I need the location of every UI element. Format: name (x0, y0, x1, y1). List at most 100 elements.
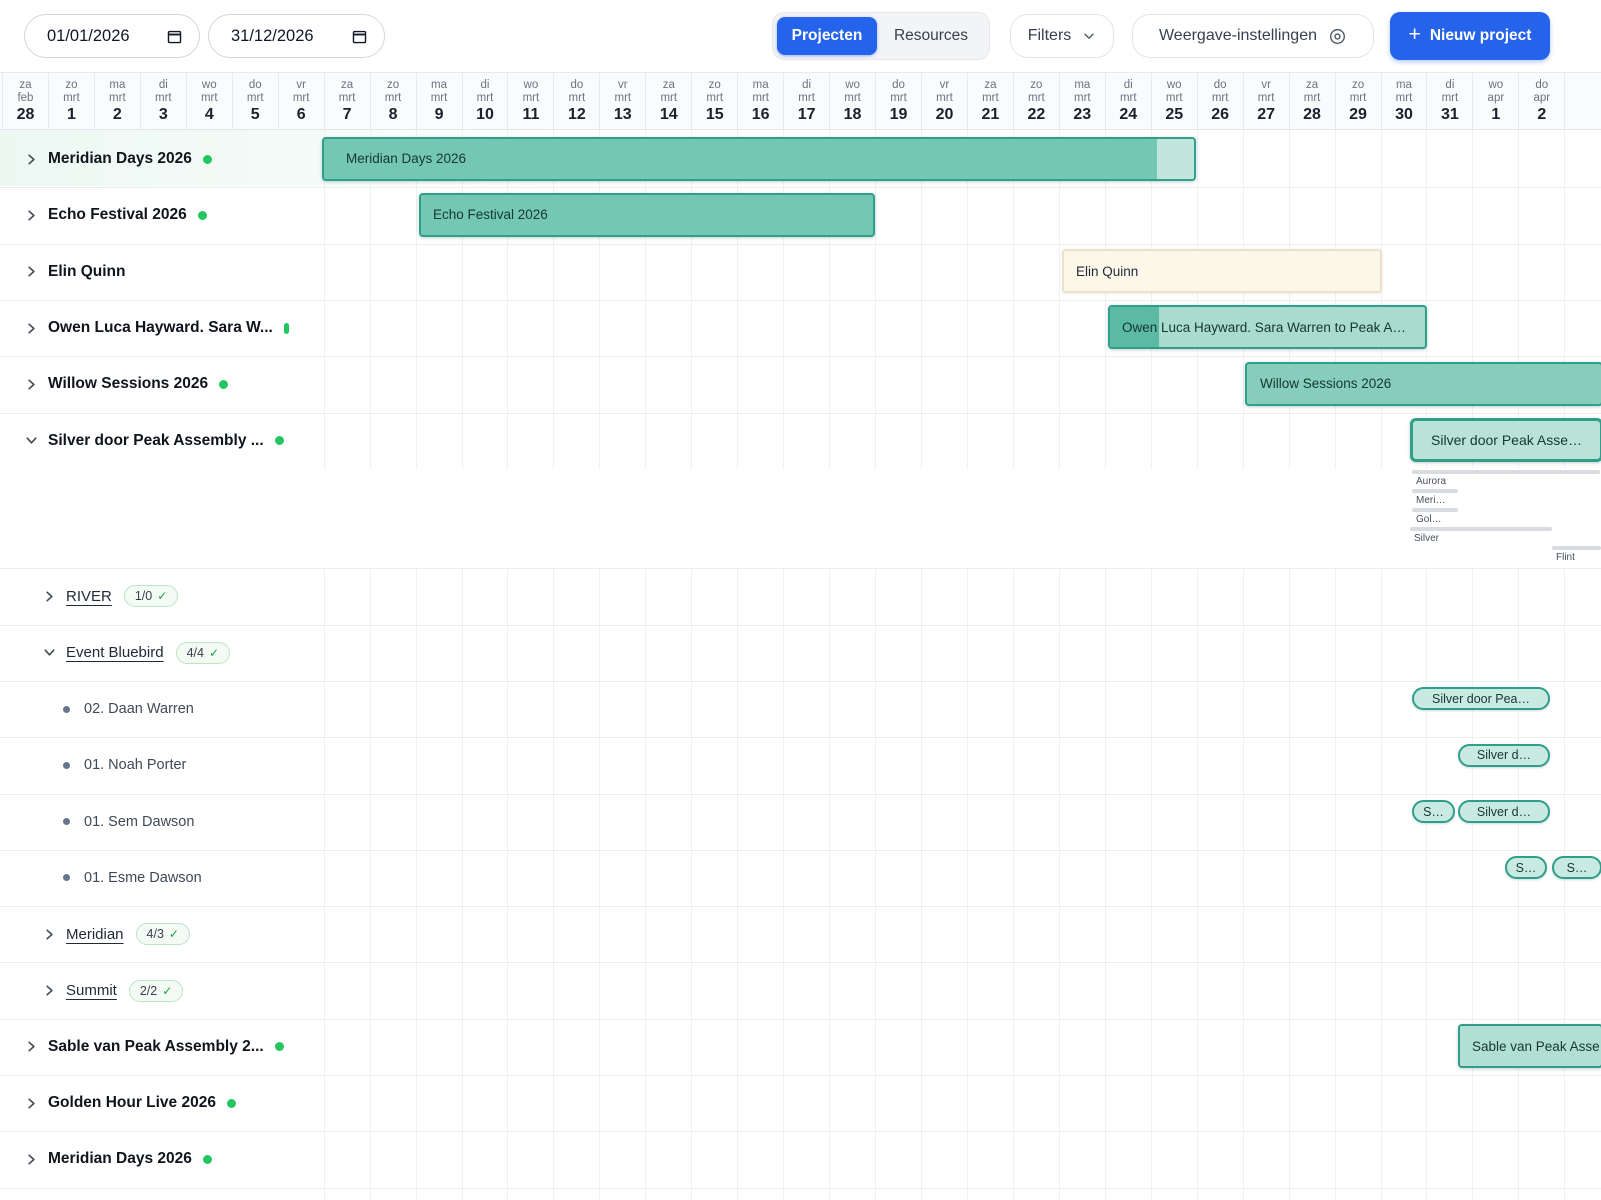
gantt-bar[interactable]: Owen Luca Hayward. Sara Warren to Peak A… (1108, 305, 1427, 349)
chevron-right-icon[interactable] (24, 152, 39, 167)
chevron-right-icon[interactable] (24, 321, 39, 336)
sidebar-row[interactable]: 01. Sem Dawson (0, 794, 322, 850)
sidebar-row[interactable]: Summit2/2✓ (0, 962, 322, 1018)
day-number-label: 31 (1427, 106, 1472, 124)
task-pill[interactable]: S… (1552, 856, 1601, 879)
row-label: Owen Luca Hayward. Sara W... (48, 319, 273, 337)
chevron-down-icon[interactable] (24, 433, 39, 448)
gantt-bar[interactable]: Sable van Peak Asse (1458, 1024, 1601, 1068)
day-cell: zomrt1 (48, 73, 94, 130)
grid-line (416, 130, 417, 1200)
chevron-right-icon[interactable] (42, 983, 57, 998)
sidebar-row[interactable]: Willow Sessions 2026 (0, 356, 322, 412)
sidebar-row[interactable]: Golden Hour Live 2026 (0, 1075, 322, 1131)
day-number-label: 10 (463, 106, 508, 124)
day-number-label: 6 (279, 106, 324, 124)
view-settings-button[interactable]: Weergave-instellingen (1132, 14, 1374, 58)
new-project-button[interactable]: + Nieuw project (1390, 12, 1550, 60)
sidebar-row[interactable]: Event Bluebird4/4✓ (0, 625, 322, 681)
month-label: mrt (1014, 92, 1059, 105)
chevron-right-icon[interactable] (42, 589, 57, 604)
mini-task-label: Meri… (1416, 495, 1445, 506)
row-label: RIVER (66, 588, 112, 605)
sidebar-row[interactable]: 02. Daan Warren (0, 681, 322, 737)
mini-task-line[interactable] (1412, 489, 1458, 493)
chevron-right-icon[interactable] (24, 377, 39, 392)
day-of-week-label: do (1198, 79, 1243, 92)
sidebar-row[interactable]: Meridian Days 2026 (0, 1131, 322, 1187)
row-label: Meridian (66, 926, 124, 943)
month-label: mrt (968, 92, 1013, 105)
task-pill[interactable]: Silver d… (1458, 744, 1550, 767)
day-number-label: 14 (646, 106, 691, 124)
mini-task-line[interactable] (1552, 546, 1601, 550)
sidebar-row[interactable]: 01. Noah Porter (0, 737, 322, 793)
sidebar-row[interactable]: Silver door Peak Assembly ... (0, 413, 322, 469)
mini-task-line[interactable] (1412, 470, 1600, 474)
day-of-week-label: wo (830, 79, 875, 92)
task-pill[interactable]: S… (1505, 856, 1547, 879)
day-number-label: 2 (1519, 106, 1564, 124)
task-bullet (63, 818, 70, 825)
task-pill[interactable]: S… (1412, 800, 1455, 823)
grid-line (462, 130, 463, 1200)
check-icon: ✓ (162, 984, 172, 998)
day-of-week-label: za (968, 79, 1013, 92)
gantt-bar-label: Elin Quinn (1064, 264, 1138, 279)
mini-task-label: Flint (1556, 552, 1575, 563)
date-to-input[interactable]: 31/12/2026 (208, 14, 385, 58)
chevron-right-icon[interactable] (24, 1152, 39, 1167)
calendar-icon[interactable] (166, 28, 183, 45)
sidebar-row[interactable]: Meridian4/3✓ (0, 906, 322, 962)
mini-task-line[interactable] (1412, 508, 1458, 512)
grid-line (921, 130, 922, 1200)
day-cell: woapr1 (1472, 73, 1518, 130)
month-label: mrt (233, 92, 278, 105)
row-label: Echo Festival 2026 (48, 206, 187, 224)
day-cell: womrt18 (829, 73, 875, 130)
row-label: Meridian Days 2026 (48, 150, 192, 168)
grid-line (783, 130, 784, 1200)
day-number-label: 13 (600, 106, 645, 124)
gantt-planner-app: 01/01/2026 31/12/2026 Projecten Resource… (0, 0, 1601, 1200)
sidebar-row[interactable]: 01. Esme Dawson (0, 850, 322, 906)
day-number-label: 30 (1382, 106, 1427, 124)
chevron-right-icon[interactable] (24, 208, 39, 223)
chevron-down-icon[interactable] (42, 645, 57, 660)
gantt-bar[interactable]: Silver door Peak Asse… (1410, 418, 1601, 462)
sidebar-row[interactable]: Elin Quinn (0, 244, 322, 300)
grid-line (507, 130, 508, 1200)
day-of-week-label: vr (1244, 79, 1289, 92)
chevron-right-icon[interactable] (24, 264, 39, 279)
day-of-week-label: di (784, 79, 829, 92)
gantt-bar[interactable]: Elin Quinn (1062, 249, 1382, 293)
day-of-week-label: di (1427, 79, 1472, 92)
day-cell: dimrt10 (462, 73, 508, 130)
day-of-week-label: do (876, 79, 921, 92)
sidebar-row[interactable]: Owen Luca Hayward. Sara W... (0, 300, 322, 356)
sidebar-row[interactable]: Echo Festival 2026 (0, 187, 322, 243)
chevron-right-icon[interactable] (24, 1039, 39, 1054)
month-label: mrt (922, 92, 967, 105)
sidebar-row[interactable]: RIVER1/0✓ (0, 568, 322, 624)
chevron-right-icon[interactable] (24, 1096, 39, 1111)
sidebar-row[interactable]: Meridian Days 2026 (0, 131, 322, 187)
tab-resources[interactable]: Resources (877, 17, 985, 55)
sidebar-row[interactable]: Sable van Peak Assembly 2... (0, 1019, 322, 1075)
day-number-label: 18 (830, 106, 875, 124)
day-cell: vrmrt20 (921, 73, 967, 130)
chevron-right-icon[interactable] (42, 927, 57, 942)
gantt-bar[interactable]: Echo Festival 2026 (419, 193, 875, 237)
filters-button[interactable]: Filters (1010, 14, 1114, 58)
tab-projecten[interactable]: Projecten (777, 17, 877, 55)
task-pill-label: Silver d… (1477, 805, 1531, 819)
calendar-icon[interactable] (351, 28, 368, 45)
gantt-bar[interactable]: Willow Sessions 2026 (1245, 362, 1601, 406)
task-pill[interactable]: Silver d… (1458, 800, 1550, 823)
task-pill[interactable]: Silver door Pea… (1412, 687, 1550, 710)
day-cell: vrmrt13 (599, 73, 645, 130)
mini-task-line[interactable] (1410, 527, 1552, 531)
month-label: mrt (692, 92, 737, 105)
date-from-input[interactable]: 01/01/2026 (24, 14, 200, 58)
gantt-bar[interactable]: Meridian Days 2026 (322, 137, 1196, 181)
